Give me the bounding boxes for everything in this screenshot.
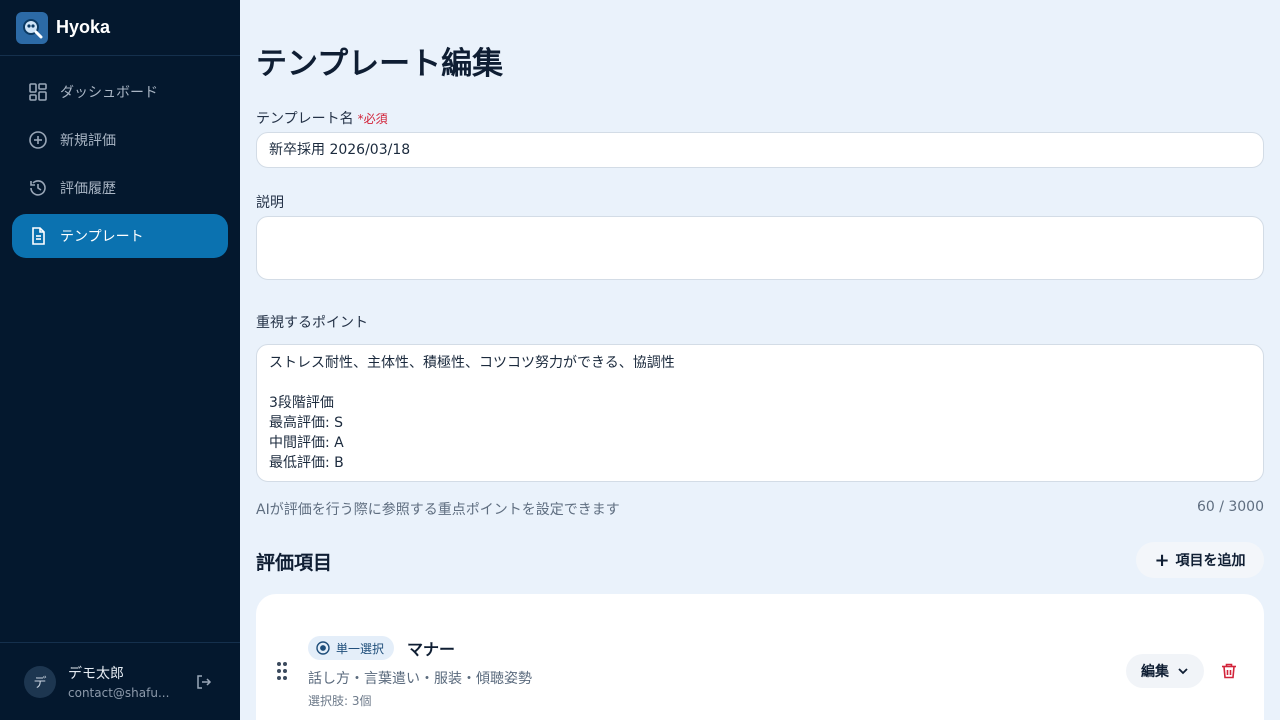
chevron-down-icon	[1177, 665, 1189, 677]
criterion-choices: 選択肢: 3個	[308, 694, 372, 708]
points-textarea[interactable]: ストレス耐性、主体性、積極性、コツコツ努力ができる、協調性 3段階評価 最高評価…	[256, 344, 1264, 482]
history-icon	[28, 178, 48, 198]
user-email: contact@shafu...	[68, 686, 170, 700]
criteria-title: 評価項目	[256, 552, 333, 574]
dashboard-icon	[28, 82, 48, 102]
brand-name: Hyoka	[56, 17, 111, 37]
criterion-name: マナー	[407, 640, 456, 659]
points-hint: AIが評価を行う際に参照する重点ポイントを設定できます	[256, 502, 620, 518]
sidebar-item-templates[interactable]: テンプレート	[12, 214, 228, 258]
sidebar-item-label: 評価履歴	[60, 181, 116, 197]
points-label: 重視するポイント	[256, 315, 368, 331]
criterion-card: 単一選択 マナー 話し方・言葉遣い・服装・傾聴姿勢 選択肢: 3個 編集	[256, 594, 1264, 720]
sidebar-item-dashboard[interactable]: ダッシュボード	[12, 70, 228, 114]
logo-icon	[16, 11, 48, 44]
points-counter: 60 / 3000	[1196, 499, 1264, 515]
plus-icon: +	[1154, 549, 1170, 571]
trash-icon[interactable]	[1218, 660, 1240, 682]
sidebar-nav: ダッシュボード 新規評価 評価履歴 テンプレート	[0, 56, 240, 276]
document-icon	[28, 226, 48, 246]
add-criterion-label: 項目を追加	[1175, 553, 1246, 569]
page-title: テンプレート編集	[256, 46, 504, 82]
template-name-input[interactable]: 新卒採用 2026/03/18	[256, 132, 1264, 168]
type-label: 単一選択	[336, 641, 385, 656]
user-name: デモ太郎	[68, 666, 124, 682]
logout-icon[interactable]	[192, 670, 216, 694]
description-textarea[interactable]	[256, 216, 1264, 280]
brand[interactable]: Hyoka	[0, 0, 240, 56]
radio-icon	[316, 641, 330, 655]
template-name-label: テンプレート名 *必須	[256, 111, 388, 127]
required-mark: *必須	[357, 112, 388, 126]
sidebar-item-label: テンプレート	[60, 229, 144, 245]
user-box: デ デモ太郎 contact@shafu...	[0, 642, 240, 720]
type-badge: 単一選択	[308, 636, 395, 660]
description-label: 説明	[256, 195, 284, 211]
plus-circle-icon	[28, 130, 48, 150]
avatar[interactable]: デ	[24, 665, 56, 698]
edit-label: 編集	[1141, 664, 1169, 680]
sidebar-item-label: ダッシュボード	[60, 85, 158, 101]
sidebar: Hyoka ダッシュボード 新規評価 評価履歴 テンプレート デ デモ太郎 co…	[0, 0, 240, 720]
drag-handle-icon[interactable]	[274, 660, 290, 682]
criterion-description: 話し方・言葉遣い・服装・傾聴姿勢	[308, 671, 532, 687]
sidebar-item-new-evaluation[interactable]: 新規評価	[12, 118, 228, 162]
add-criterion-button[interactable]: + 項目を追加	[1136, 542, 1264, 578]
sidebar-item-label: 新規評価	[60, 133, 116, 149]
edit-button[interactable]: 編集	[1126, 654, 1204, 688]
sidebar-item-history[interactable]: 評価履歴	[12, 166, 228, 210]
